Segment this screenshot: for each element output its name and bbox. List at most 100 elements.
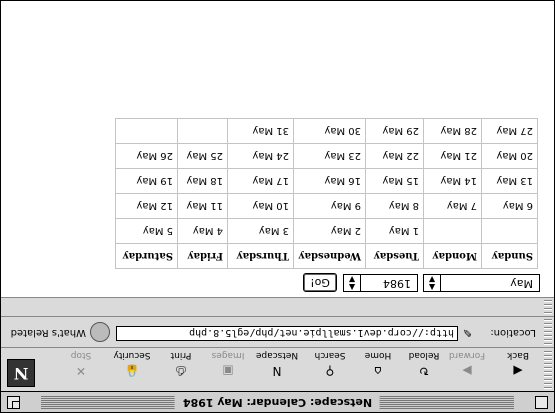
- forward-button[interactable]: ▶ Forward: [444, 350, 490, 388]
- day-header: Monday: [423, 243, 482, 269]
- calendar-week-row: 6 May 7 May 8 May 9 May 10 May 11 May 12 May: [115, 193, 538, 219]
- netscape-icon: N: [272, 364, 282, 378]
- toolbar-button-label: Security: [113, 350, 151, 360]
- calendar-day-cell: 5 May: [115, 218, 178, 244]
- title-bar[interactable]: Netscape: Calendar: May 1984: [1, 391, 554, 412]
- calendar-day-cell: 1 May: [365, 218, 424, 244]
- calendar-day-cell: 25 May: [177, 143, 228, 169]
- reload-icon: ↻: [418, 364, 430, 378]
- calendar-day-cell: 29 May: [365, 118, 424, 144]
- calendar-week-row: 13 May 14 May 15 May 16 May 17 May 18 May 19 M…: [115, 168, 538, 194]
- calendar-day-cell: 2 May: [293, 218, 366, 244]
- toolbar-button-label: Stop: [70, 350, 92, 360]
- calendar-day-cell: 18 May: [177, 168, 228, 194]
- year-select[interactable]: 1984 ▲ ▼: [343, 274, 418, 292]
- calendar-week-row: 20 May 21 May 22 May 23 May 24 May 25 May 26 M…: [115, 143, 538, 169]
- month-select[interactable]: May ▲ ▼: [423, 274, 540, 292]
- home-icon: ⌂: [374, 364, 382, 378]
- day-header: Saturday: [115, 243, 178, 269]
- url-field[interactable]: http://corp.dev1.smallpie.net/php/egl5.8…: [116, 326, 458, 341]
- calendar-table: Sunday Monday Tuesday Wednesday Thursday Frid…: [115, 118, 538, 269]
- print-icon: ⎙: [176, 364, 186, 378]
- browser-window: Netscape: Calendar: May 1984 ◀ Back ▶ Forwa…: [0, 0, 555, 413]
- back-arrow-icon: ◀: [513, 364, 523, 378]
- toolbar-button-label: Back: [507, 350, 529, 360]
- go-button[interactable]: Go!: [303, 273, 337, 292]
- whats-related-button[interactable]: What's Related: [11, 327, 86, 338]
- calendar-day-cell: 3 May: [227, 218, 294, 244]
- select-arrows-icon: ▲ ▼: [424, 275, 441, 292]
- calendar-day-cell: 31 May: [227, 118, 294, 144]
- calendar-day-cell: 14 May: [423, 168, 482, 194]
- page-proxy-icon[interactable]: ✎: [460, 326, 472, 339]
- toolbar-button-label: Images: [211, 350, 245, 360]
- images-icon: ▣: [222, 364, 234, 378]
- stop-button[interactable]: ✕ Stop: [62, 350, 100, 388]
- calendar-day-cell: 21 May: [423, 143, 482, 169]
- select-arrows-icon: ▲ ▼: [344, 275, 361, 292]
- calendar-week-row: 1 May 2 May 3 May 4 May 5 May: [115, 218, 538, 244]
- calendar-empty-cell: [115, 118, 178, 144]
- day-header: Thursday: [227, 243, 294, 269]
- location-toolbar-grip[interactable]: [544, 319, 552, 345]
- toolbar-button-label: Print: [170, 350, 192, 360]
- personal-toolbar-grip[interactable]: [544, 300, 552, 314]
- calendar-day-cell: 30 May: [293, 118, 366, 144]
- navigation-toolbar: ◀ Back ▶ Forward ↻ Reload ⌂ Home ⚲ Search N Netscap…: [1, 347, 554, 391]
- month-select-value: May: [510, 277, 533, 290]
- close-box-icon[interactable]: [535, 396, 548, 409]
- stop-icon: ✕: [75, 364, 87, 378]
- forward-arrow-icon: ▶: [462, 364, 472, 378]
- images-button[interactable]: ▣ Images: [208, 350, 248, 388]
- whats-related-icon[interactable]: [90, 322, 110, 342]
- search-button[interactable]: ⚲ Search: [308, 350, 352, 388]
- netscape-button[interactable]: N Netscape: [254, 350, 300, 388]
- flipped-browser-screenshot: Netscape: Calendar: May 1984 ◀ Back ▶ Forwa…: [0, 0, 555, 413]
- window-title: Netscape: Calendar: May 1984: [174, 394, 381, 410]
- day-header: Tuesday: [365, 243, 424, 269]
- day-header: Wednesday: [293, 243, 366, 269]
- calendar-day-cell: 20 May: [481, 143, 538, 169]
- calendar-day-cell: 23 May: [293, 143, 366, 169]
- calendar-day-cell: 4 May: [177, 218, 228, 244]
- calendar-day-cell: 7 May: [423, 193, 482, 219]
- calendar-day-cell: 26 May: [115, 143, 178, 169]
- calendar-empty-cell: [481, 218, 538, 244]
- security-icon: 🔒: [124, 364, 140, 378]
- calendar-day-cell: 22 May: [365, 143, 424, 169]
- calendar-day-cell: 27 May: [481, 118, 538, 144]
- day-header: Sunday: [481, 243, 538, 269]
- calendar-week-row: 27 May 28 May 29 May 30 May 31 May: [115, 118, 538, 144]
- calendar-day-cell: 8 May: [365, 193, 424, 219]
- calendar-day-cell: 12 May: [115, 193, 178, 219]
- calendar-day-cell: 13 May: [481, 168, 538, 194]
- calendar-header-row: Sunday Monday Tuesday Wednesday Thursday Frid…: [115, 243, 538, 269]
- toolbar-button-label: Netscape: [255, 350, 299, 360]
- calendar-day-cell: 17 May: [227, 168, 294, 194]
- search-icon: ⚲: [325, 364, 335, 378]
- location-toolbar: Location: ✎ http://corp.dev1.smallpie.ne…: [1, 316, 554, 347]
- toolbar-button-label: Forward: [448, 350, 486, 360]
- back-button[interactable]: ◀ Back: [498, 350, 538, 388]
- toolbar-button-label: Search: [314, 350, 346, 360]
- calendar-day-cell: 19 May: [115, 168, 178, 194]
- calendar-empty-cell: [423, 218, 482, 244]
- calendar-day-cell: 10 May: [227, 193, 294, 219]
- calendar-day-cell: 24 May: [227, 143, 294, 169]
- calendar-day-cell: 9 May: [293, 193, 366, 219]
- calendar-empty-cell: [177, 118, 228, 144]
- home-button[interactable]: ⌂ Home: [360, 350, 396, 388]
- calendar-day-cell: 11 May: [177, 193, 228, 219]
- netscape-logo-icon[interactable]: N: [7, 359, 35, 387]
- reload-button[interactable]: ↻ Reload: [404, 350, 444, 388]
- calendar-day-cell: 16 May: [293, 168, 366, 194]
- toolbar-grip[interactable]: [544, 350, 552, 389]
- year-select-value: 1984: [383, 277, 411, 290]
- toolbar-button-label: Reload: [408, 350, 440, 360]
- calendar-day-cell: 28 May: [423, 118, 482, 144]
- security-button[interactable]: 🔒 Security: [108, 350, 156, 388]
- zoom-box-icon[interactable]: [7, 396, 20, 409]
- print-button[interactable]: ⎙ Print: [164, 350, 198, 388]
- toolbar-button-label: Home: [364, 350, 392, 360]
- personal-toolbar: [1, 297, 554, 316]
